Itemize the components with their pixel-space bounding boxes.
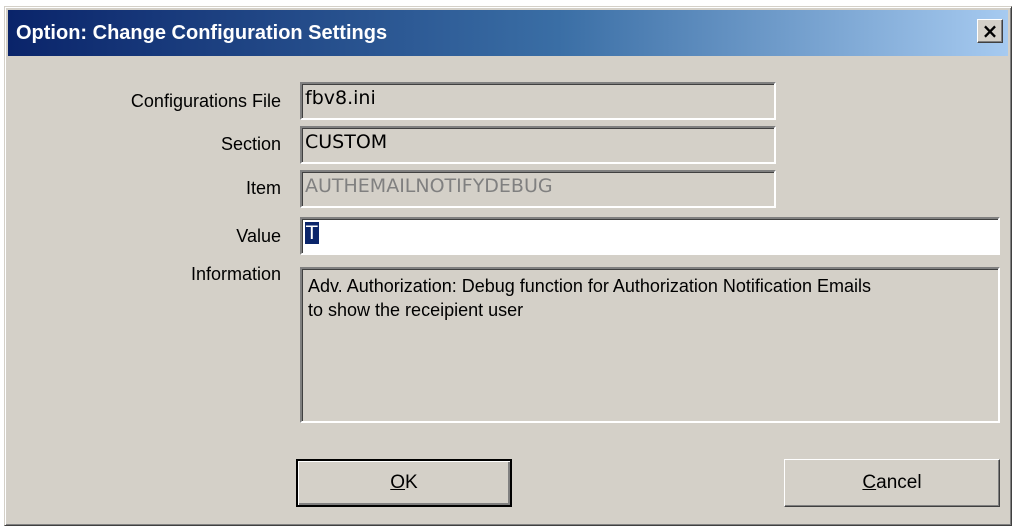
- item-label: Item: [245, 178, 281, 198]
- information-label: Information: [190, 264, 281, 284]
- config-file-field: fbv8.ini: [300, 82, 776, 120]
- value-selected-text: T: [305, 222, 319, 244]
- close-button[interactable]: ×: [977, 19, 1003, 43]
- dialog-title: Option: Change Configuration Settings: [16, 22, 388, 44]
- item-field: AUTHEMAILNOTIFYDEBUG: [300, 170, 776, 208]
- section-field: CUSTOM: [300, 126, 776, 164]
- cancel-button[interactable]: Cancel: [784, 459, 1000, 507]
- ok-label-rest: K: [405, 472, 418, 493]
- config-file-label: Configurations File: [130, 91, 281, 111]
- close-icon: ×: [981, 19, 999, 43]
- ok-button[interactable]: OK: [296, 459, 512, 507]
- value-input[interactable]: T: [300, 217, 1000, 255]
- ok-mnemonic: O: [390, 472, 406, 493]
- cancel-mnemonic: C: [862, 472, 877, 493]
- information-line-1: Adv. Authorization: Debug function for A…: [308, 276, 871, 296]
- section-label: Section: [220, 134, 281, 154]
- information-line-2: to show the receipient user: [308, 300, 524, 320]
- information-text: Adv. Authorization: Debug function for A…: [300, 267, 1000, 423]
- value-label: Value: [236, 226, 281, 246]
- cancel-label-rest: ancel: [876, 472, 922, 493]
- config-dialog: Option: Change Configuration Settings × …: [4, 6, 1012, 526]
- title-bar[interactable]: Option: Change Configuration Settings ×: [8, 10, 1008, 56]
